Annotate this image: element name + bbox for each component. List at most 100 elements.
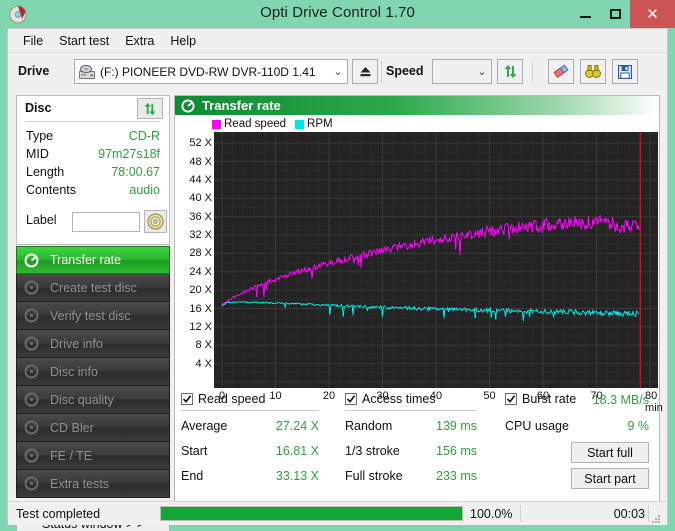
stat-key-random: Random <box>345 419 392 433</box>
chevron-down-icon[interactable]: ⌄ <box>329 60 347 83</box>
read-speed-checkbox[interactable]: Read speed <box>181 392 265 406</box>
close-icon: ✕ <box>646 7 659 22</box>
menu-help[interactable]: Help <box>162 32 204 50</box>
disc-row-contents: Contents audio <box>26 183 160 200</box>
maximize-button[interactable] <box>601 0 629 28</box>
refresh-arrows-icon <box>143 102 157 116</box>
speed-label: Speed <box>386 64 424 78</box>
sidebar-label-create-test-disc: Create test disc <box>50 281 137 295</box>
sidebar-item-disc-info[interactable]: Disc info <box>16 358 170 386</box>
y-tick-52: 52 X <box>189 137 212 149</box>
disc-panel-divider <box>26 121 160 122</box>
disc-key-type: Type <box>26 129 53 143</box>
eraser-icon <box>553 64 570 79</box>
sidebar-item-create-test-disc[interactable]: Create test disc <box>16 274 170 302</box>
start-full-button[interactable]: Start full <box>571 442 649 463</box>
binoculars-icon <box>585 64 601 79</box>
y-tick-20: 20 X <box>189 284 212 296</box>
sidebar-label-fe-te: FE / TE <box>50 449 92 463</box>
menu-file[interactable]: File <box>15 32 51 50</box>
disc-icon <box>24 280 44 295</box>
disc-icon <box>24 364 44 379</box>
menu-extra[interactable]: Extra <box>117 32 162 50</box>
read-disc-label-button[interactable] <box>144 210 167 233</box>
client-area: File Start test Extra Help Drive (F:) PI… <box>7 28 668 525</box>
stat-key-end: End <box>181 469 203 483</box>
sidebar-item-extra-tests[interactable]: Extra tests <box>16 470 170 498</box>
minimize-icon <box>580 16 591 18</box>
disc-row-length: Length 78:00.67 <box>26 165 160 182</box>
sidebar-item-verify-test-disc[interactable]: Verify test disc <box>16 302 170 330</box>
legend-label-read-speed: Read speed <box>224 118 286 130</box>
sidebar-nav: Transfer rate Create test disc Verify te… <box>16 246 170 498</box>
save-button[interactable] <box>612 59 638 84</box>
sidebar-item-disc-quality[interactable]: Disc quality <box>16 386 170 414</box>
sidebar-item-drive-info[interactable]: Drive info <box>16 330 170 358</box>
eject-button[interactable] <box>352 59 378 84</box>
chart-plot-area <box>214 132 658 388</box>
y-tick-48: 48 X <box>189 156 212 168</box>
eject-icon <box>359 65 372 78</box>
title-bar: Opti Drive Control 1.70 ✕ <box>0 0 675 28</box>
optical-drive-icon <box>79 65 95 79</box>
disc-key-mid: MID <box>26 147 49 161</box>
sidebar-label-drive-info: Drive info <box>50 337 103 351</box>
access-times-checkbox[interactable]: Access times <box>345 392 436 406</box>
resize-grip-icon[interactable] <box>652 515 661 524</box>
access-times-divider <box>345 410 477 411</box>
legend-item-rpm: RPM <box>295 118 333 130</box>
refresh-drive-button[interactable] <box>497 59 523 84</box>
close-button[interactable]: ✕ <box>630 0 675 28</box>
chart-legend: Read speed RPM <box>212 117 342 131</box>
stat-value-burst-rate: 18.3 MB/s <box>563 393 649 407</box>
disc-icon <box>24 392 44 407</box>
stat-value-end: 33.13 X <box>239 469 319 483</box>
y-tick-36: 36 X <box>189 211 212 223</box>
disc-label-caption: Label <box>26 213 57 227</box>
stat-key-cpu-usage: CPU usage <box>505 419 569 433</box>
application-window: Opti Drive Control 1.70 ✕ File Start tes… <box>0 0 675 531</box>
maximize-icon <box>610 9 621 19</box>
sidebar-label-cd-bler: CD Bler <box>50 421 94 435</box>
drive-select[interactable]: (F:) PIONEER DVD-RW DVR-110D 1.41 ⌄ <box>74 59 348 84</box>
disc-refresh-button[interactable] <box>137 98 163 119</box>
sidebar-label-transfer-rate: Transfer rate <box>50 253 121 267</box>
erase-button[interactable] <box>548 59 574 84</box>
stat-key-third-stroke: 1/3 stroke <box>345 444 400 458</box>
transfer-rate-chart: 4 X8 X12 X16 X20 X24 X28 X32 X36 X40 X44… <box>175 132 659 368</box>
checkbox-access-times[interactable] <box>345 393 357 405</box>
stat-key-average: Average <box>181 419 227 433</box>
menu-start-test[interactable]: Start test <box>51 32 117 50</box>
disc-icon <box>24 420 44 435</box>
start-part-button[interactable]: Start part <box>571 468 649 489</box>
disc-panel-title: Disc <box>25 101 51 115</box>
disc-row-type: Type CD-R <box>26 129 160 146</box>
disc-value-type: CD-R <box>129 129 160 143</box>
chevron-down-icon[interactable]: ⌄ <box>473 60 491 83</box>
y-tick-32: 32 X <box>189 229 212 241</box>
checkbox-burst-rate[interactable] <box>505 393 517 405</box>
speed-select[interactable]: ⌄ <box>432 59 492 84</box>
minimize-button[interactable] <box>571 0 599 28</box>
checkbox-read-speed[interactable] <box>181 393 193 405</box>
binoculars-button[interactable] <box>580 59 606 84</box>
y-tick-44: 44 X <box>189 174 212 186</box>
sidebar-item-cd-bler[interactable]: CD Bler <box>16 414 170 442</box>
panel-title: Transfer rate <box>202 98 281 113</box>
disc-label-input[interactable] <box>72 212 140 232</box>
disc-icon <box>24 476 44 491</box>
sidebar-item-fe-te[interactable]: FE / TE <box>16 442 170 470</box>
progress-fill <box>161 507 462 520</box>
toolbar-separator-2 <box>532 61 533 83</box>
menu-bar: File Start test Extra Help <box>8 29 667 52</box>
y-tick-4: 4 X <box>195 358 212 370</box>
drive-toolbar: Drive (F:) PIONEER DVD-RW DVR-110D 1.41 … <box>8 52 667 90</box>
sidebar-label-disc-quality: Disc quality <box>50 393 114 407</box>
floppy-save-icon <box>618 65 632 79</box>
disc-key-length: Length <box>26 165 64 179</box>
y-tick-40: 40 X <box>189 192 212 204</box>
stat-value-third-stroke: 156 ms <box>397 444 477 458</box>
sidebar-item-transfer-rate[interactable]: Transfer rate <box>16 246 170 274</box>
y-tick-12: 12 X <box>189 321 212 333</box>
drive-label: Drive <box>18 64 49 78</box>
